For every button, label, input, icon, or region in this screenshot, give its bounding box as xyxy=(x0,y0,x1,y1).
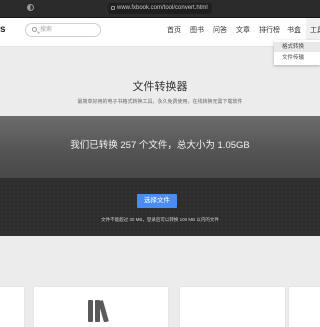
nav-bookbox[interactable]: 书盒 xyxy=(287,26,301,36)
nav-qa[interactable]: 问答 xyxy=(213,26,227,36)
choose-file-button[interactable]: 选择文件 xyxy=(137,194,177,208)
nav-rankings[interactable]: 排行榜 xyxy=(259,26,280,36)
books-icon xyxy=(88,300,109,322)
format-card-4[interactable] xyxy=(289,287,320,327)
search-icon[interactable] xyxy=(32,27,37,32)
upload-area[interactable]: 选择文件 文件不能超过 30 MB，登录后可以转换 100 MB 以内的文件 xyxy=(0,178,320,236)
address-bar[interactable]: www.fxbook.com/tool/convert.html xyxy=(108,3,212,14)
dropdown-item-format-convert[interactable]: 格式转换 xyxy=(274,42,320,52)
format-card-3[interactable] xyxy=(180,287,285,327)
page-title: 文件转换器 xyxy=(132,81,188,93)
conversion-stats: 我们已转换 257 个文件，总大小为 1.05GB xyxy=(70,140,250,151)
stats-banner: 我们已转换 257 个文件，总大小为 1.05GB xyxy=(0,116,320,178)
nav-books[interactable]: 图书 xyxy=(190,26,204,36)
nav-articles[interactable]: 文章 xyxy=(236,26,250,36)
site-settings-icon[interactable] xyxy=(27,4,34,11)
search-input[interactable] xyxy=(40,25,96,35)
tools-dropdown: 格式转换 文件传输 xyxy=(274,40,320,65)
lock-icon xyxy=(111,6,115,10)
search-box[interactable] xyxy=(25,23,101,37)
dropdown-item-file-transfer[interactable]: 文件传输 xyxy=(274,53,320,63)
format-card-1[interactable] xyxy=(0,287,24,327)
upload-hint: 文件不能超过 30 MB，登录后可以转换 100 MB 以内的文件 xyxy=(101,217,219,222)
nav-tools-label: 工具 xyxy=(310,27,320,34)
browser-toolbar: www.fxbook.com/tool/convert.html xyxy=(0,0,320,18)
page-subtitle: 最简单好用的电子书格式转换工具，永久免费使用，在线转换无需下载软件 xyxy=(77,99,243,105)
format-card-2[interactable] xyxy=(34,287,168,327)
site-logo[interactable]: s xyxy=(0,24,6,35)
url-text: www.fxbook.com/tool/convert.html xyxy=(117,5,208,11)
site-header: s 首页 图书 问答 文章 排行榜 书盒 工具 xyxy=(0,18,320,47)
nav-home[interactable]: 首页 xyxy=(167,26,181,36)
